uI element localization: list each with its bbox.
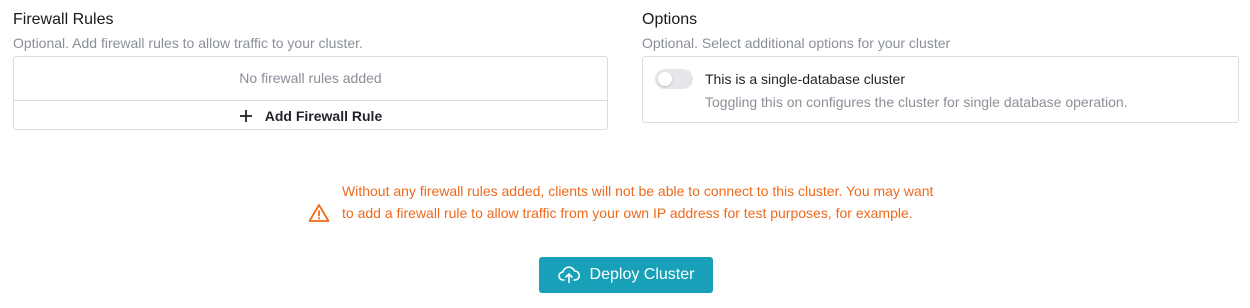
options-panel: This is a single-database cluster Toggli… bbox=[642, 56, 1239, 123]
deploy-cluster-button[interactable]: Deploy Cluster bbox=[539, 257, 713, 293]
add-firewall-rule-label: Add Firewall Rule bbox=[264, 108, 383, 124]
firewall-rules-title: Firewall Rules bbox=[13, 11, 114, 28]
firewall-rules-panel: No firewall rules added Add Firewall Rul… bbox=[13, 56, 608, 130]
deploy-cluster-label: Deploy Cluster bbox=[589, 266, 695, 283]
warning-text: Without any firewall rules added, client… bbox=[342, 183, 934, 221]
toggle-knob bbox=[658, 72, 672, 86]
add-firewall-rule-button[interactable]: Add Firewall Rule bbox=[14, 101, 607, 131]
single-database-toggle[interactable] bbox=[655, 69, 693, 89]
cloud-upload-icon bbox=[557, 266, 580, 284]
firewall-rules-subtitle: Optional. Add firewall rules to allow tr… bbox=[13, 35, 363, 51]
single-database-label: This is a single-database cluster bbox=[705, 71, 905, 87]
single-database-description: Toggling this on configures the cluster … bbox=[705, 94, 1128, 110]
warning-triangle-icon bbox=[308, 204, 330, 222]
plus-icon bbox=[239, 110, 252, 122]
firewall-rules-empty-message: No firewall rules added bbox=[14, 57, 607, 101]
options-title: Options bbox=[642, 11, 698, 28]
options-subtitle: Optional. Select additional options for … bbox=[642, 35, 951, 51]
